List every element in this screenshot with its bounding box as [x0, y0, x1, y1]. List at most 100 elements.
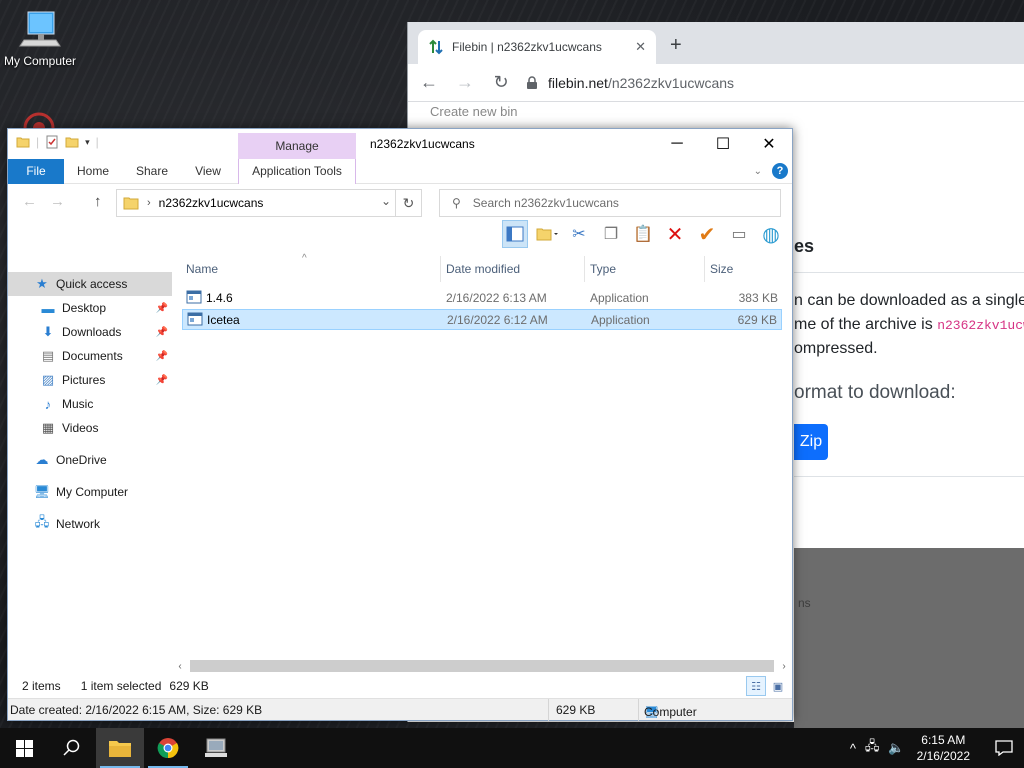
column-date-modified[interactable]: Date modified: [446, 262, 520, 276]
scrollbar-thumb[interactable]: [190, 660, 774, 672]
properties-icon[interactable]: [45, 135, 59, 149]
properties-icon[interactable]: ▭: [726, 220, 752, 248]
documents-icon: ▤: [41, 348, 55, 363]
chevron-down-icon[interactable]: ⌄: [381, 194, 391, 208]
tab-view[interactable]: View: [184, 159, 232, 184]
divider: [794, 272, 1024, 273]
copy-icon[interactable]: ❐: [598, 220, 624, 248]
up-icon[interactable]: ↑: [94, 193, 102, 210]
back-icon[interactable]: ←: [418, 72, 440, 93]
pin-icon[interactable]: 📌: [156, 375, 168, 386]
forward-icon[interactable]: →: [454, 72, 476, 93]
address-bar[interactable]: › n2362zkv1ucwcans ⌄ ↻: [116, 189, 422, 217]
clock-date: 2/16/2022: [916, 749, 970, 763]
music-icon: ♪: [44, 396, 52, 412]
sidebar-item-downloads[interactable]: ⬇ Downloads 📌: [8, 320, 172, 344]
zip-download-button[interactable]: Zip: [794, 424, 828, 460]
back-icon[interactable]: ←: [22, 193, 37, 210]
computer-icon: [19, 11, 61, 47]
address-bar[interactable]: filebin.net/n2362zkv1ucwcans: [526, 75, 734, 91]
volume-icon[interactable]: 🔈: [888, 740, 904, 756]
browser-toolbar: ← → ↻ filebin.net/n2362zkv1ucwcans: [408, 64, 1024, 102]
page-heading: es: [794, 236, 815, 256]
divider: [794, 476, 1024, 477]
notifications-button[interactable]: [984, 728, 1024, 768]
column-name[interactable]: Name: [186, 262, 218, 276]
forward-icon[interactable]: →: [50, 193, 65, 210]
column-size[interactable]: Size: [710, 262, 733, 276]
scroll-right-icon[interactable]: ›: [776, 661, 792, 672]
delete-icon[interactable]: ✕: [662, 220, 688, 248]
search-placeholder: Search n2362zkv1ucwcans: [472, 196, 619, 210]
search-input[interactable]: ⚲ Search n2362zkv1ucwcans: [439, 189, 781, 217]
sidebar-item-onedrive[interactable]: ☁ OneDrive: [8, 448, 172, 472]
folder-options-icon[interactable]: [534, 220, 560, 248]
sidebar-item-network[interactable]: 🖧 Network: [8, 512, 172, 536]
sidebar-item-pictures[interactable]: ▨ Pictures 📌: [8, 368, 172, 392]
item-count: 2 items: [22, 679, 61, 693]
details-size: 629 KB: [556, 703, 596, 717]
sidebar-item-music[interactable]: ♪ Music: [8, 392, 172, 416]
sort-ascending-icon: ^: [302, 253, 307, 264]
scroll-left-icon[interactable]: ‹: [172, 661, 188, 672]
details-view-icon[interactable]: ☷: [746, 676, 766, 696]
large-icons-view-icon[interactable]: ▣: [768, 676, 788, 696]
format-prompt: ormat to download:: [794, 382, 956, 403]
rename-check-icon[interactable]: ✔: [694, 220, 720, 248]
column-headers: ^ Name Date modified Type Size: [182, 253, 792, 282]
pin-icon[interactable]: 📌: [156, 351, 168, 362]
pin-icon[interactable]: 📌: [156, 303, 168, 314]
notification-icon: [995, 740, 1013, 756]
refresh-icon[interactable]: ↻: [395, 190, 421, 216]
network-icon[interactable]: 🖧: [865, 737, 880, 759]
tab-application-tools[interactable]: Application Tools: [238, 159, 356, 184]
browser-tab[interactable]: Filebin | n2362zkv1ucwcans ✕: [418, 30, 656, 64]
globe-icon[interactable]: ◍: [758, 220, 784, 248]
cut-icon[interactable]: ✂: [566, 220, 592, 248]
url-path: /n2362zkv1ucwcans: [607, 74, 735, 91]
cloud-icon: ☁: [35, 452, 49, 467]
sidebar-item-videos[interactable]: ▦ Videos: [8, 416, 172, 440]
system-tray: ^ 🖧 🔈 6:15 AM 2/16/2022: [850, 728, 1024, 768]
customize-toolbar-icon[interactable]: ▾: [85, 137, 90, 148]
table-row-selected[interactable]: Icetea 2/16/2022 6:12 AM Application 629…: [182, 309, 782, 330]
tab-share[interactable]: Share: [126, 159, 178, 184]
search-icon: ⚲: [452, 196, 461, 210]
paste-icon[interactable]: 📋: [630, 220, 656, 248]
start-button[interactable]: [0, 728, 48, 768]
tab-file[interactable]: File: [8, 159, 64, 184]
new-tab-button[interactable]: +: [670, 35, 682, 55]
chevron-up-icon[interactable]: ^: [850, 741, 856, 756]
sidebar-item-quick-access[interactable]: ★ Quick access: [8, 272, 172, 296]
preview-pane-icon[interactable]: [502, 220, 528, 248]
manage-context-tab[interactable]: Manage: [238, 133, 356, 159]
sidebar-item-documents[interactable]: ▤ Documents 📌: [8, 344, 172, 368]
horizontal-scrollbar[interactable]: ‹ ›: [172, 658, 792, 674]
computer-icon: [205, 738, 227, 757]
search-button[interactable]: [48, 728, 96, 768]
expand-ribbon-icon[interactable]: ⌄: [754, 166, 762, 177]
sidebar-item-desktop[interactable]: ▬ Desktop 📌: [8, 296, 172, 320]
new-folder-icon[interactable]: [65, 135, 79, 149]
table-row[interactable]: 1.4.6 2/16/2022 6:13 AM Application 383 …: [182, 288, 782, 309]
close-button[interactable]: ✕: [746, 129, 792, 159]
tab-home[interactable]: Home: [68, 159, 118, 184]
taskbar-chrome[interactable]: [144, 728, 192, 768]
taskbar-app[interactable]: [192, 728, 240, 768]
filebin-favicon-icon: [429, 39, 443, 55]
app-icon[interactable]: [14, 106, 64, 130]
navigation-bar: ← → ↑ › n2362zkv1ucwcans ⌄ ↻ ⚲ Search n2…: [8, 184, 792, 220]
browser-tab-strip: Filebin | n2362zkv1ucwcans ✕ +: [408, 22, 1024, 64]
maximize-button[interactable]: ☐: [700, 129, 746, 159]
taskbar-file-explorer[interactable]: [96, 728, 144, 768]
close-tab-icon[interactable]: ✕: [635, 39, 646, 55]
help-icon[interactable]: ?: [772, 163, 788, 179]
minimize-button[interactable]: ─: [654, 129, 700, 159]
sidebar-item-my-computer[interactable]: 🖥 My Computer: [8, 480, 172, 504]
column-type[interactable]: Type: [590, 262, 616, 276]
clock[interactable]: 6:15 AM 2/16/2022: [917, 732, 970, 764]
desktop-icon-my-computer[interactable]: My Computer: [2, 8, 78, 68]
pin-icon[interactable]: 📌: [156, 327, 168, 338]
reload-icon[interactable]: ↻: [490, 72, 512, 93]
videos-icon: ▦: [41, 420, 55, 435]
